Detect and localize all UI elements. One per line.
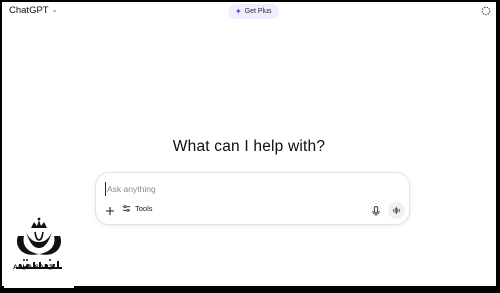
model-selector[interactable]: ChatGPT ⌄ [9, 5, 57, 16]
waveform-icon [392, 206, 401, 215]
top-bar: ChatGPT ⌄ ✦ Get Plus [2, 2, 496, 22]
get-plus-button[interactable]: ✦ Get Plus [228, 4, 279, 19]
watermark-logo [4, 214, 74, 288]
chevron-down-icon: ⌄ [51, 7, 58, 14]
chatgpt-window: ChatGPT ⌄ ✦ Get Plus What can I help wit… [2, 2, 496, 286]
temporary-chat-icon[interactable] [481, 6, 491, 16]
tools-label: Tools [135, 204, 153, 213]
prompt-composer: Tools [95, 172, 410, 225]
get-plus-label: Get Plus [244, 8, 272, 15]
voice-mode-button[interactable] [388, 202, 405, 219]
plus-icon [106, 207, 114, 215]
microphone-icon[interactable] [370, 205, 382, 217]
tools-button[interactable]: Tools [122, 204, 153, 213]
prompt-input[interactable] [105, 182, 397, 196]
model-label: ChatGPT [9, 5, 49, 16]
attach-button[interactable] [104, 205, 116, 217]
sliders-icon [122, 205, 131, 212]
watermark-name: ASHA SABT [13, 264, 54, 271]
page-title: What can I help with? [172, 138, 326, 155]
asha-sabt-logo-icon [16, 217, 62, 270]
sparkle-icon: ✦ [235, 6, 242, 16]
